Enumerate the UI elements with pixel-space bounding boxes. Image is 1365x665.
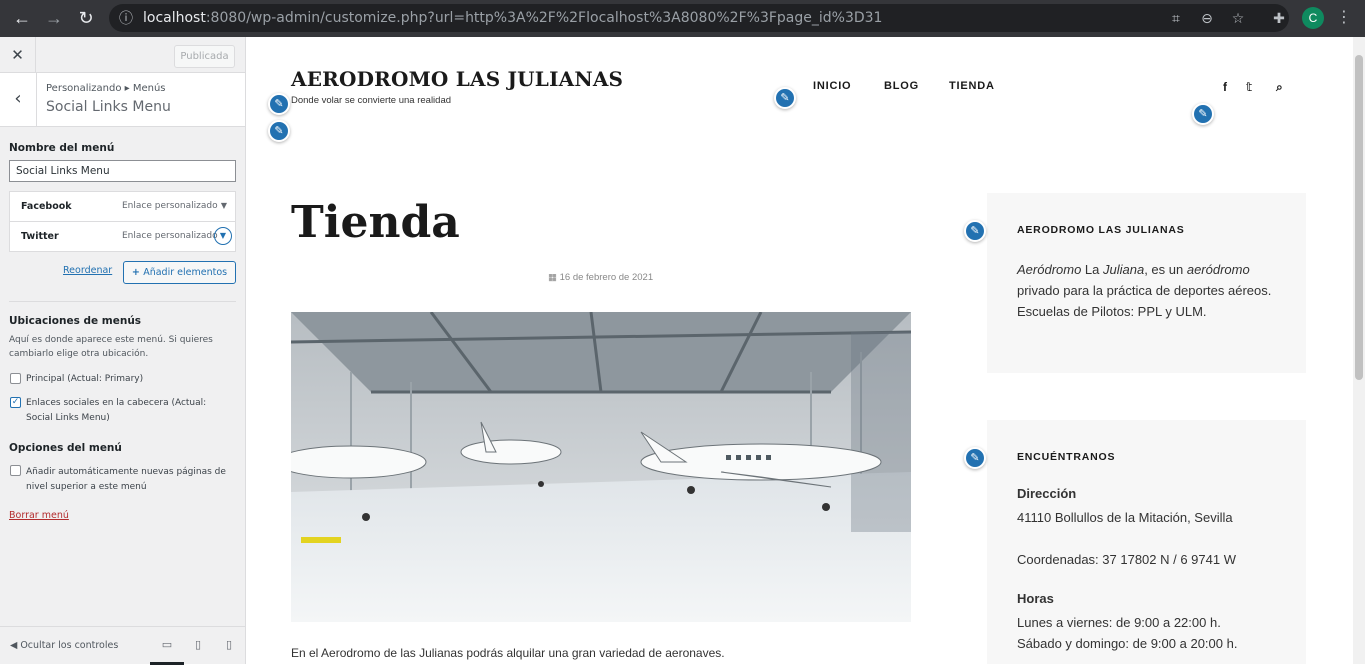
zoom-icon[interactable]: ⊖ [1198, 9, 1216, 27]
facebook-icon[interactable]: f [1223, 80, 1227, 94]
site-preview: AERODROMO LAS JULIANAS Donde volar se co… [246, 37, 1353, 664]
menu-name-input[interactable]: Social Links Menu [9, 160, 236, 182]
close-customizer-icon[interactable]: ✕ [0, 37, 36, 73]
desktop-preview-icon[interactable]: ▭ [160, 638, 174, 652]
back-arrow-icon[interactable]: ← [12, 8, 32, 28]
menu-item-type: Enlace personalizado [122, 231, 218, 241]
preview-scrollbar[interactable] [1353, 37, 1365, 664]
twitter-icon[interactable]: 𝕥 [1246, 80, 1252, 94]
url-host: localhost [143, 10, 206, 26]
nav-item-inicio[interactable]: INICIO [813, 80, 851, 92]
customizer-panel: ✕ Publicada ‹ Personalizando ▸ Menús Soc… [0, 37, 246, 665]
coordinates-text: Coordenadas: 37 17802 N / 6 9741 W [1017, 552, 1236, 567]
menu-options-title: Opciones del menú [9, 442, 122, 454]
post-date: ▦ 16 de febrero de 2021 [548, 272, 653, 283]
edit-tagline-pencil-icon[interactable]: ✎ [268, 120, 290, 142]
nav-item-blog[interactable]: BLOG [884, 80, 919, 92]
edit-social-menu-pencil-icon[interactable]: ✎ [1192, 103, 1214, 125]
site-title[interactable]: AERODROMO LAS JULIANAS [291, 67, 623, 91]
plus-icon: + [131, 267, 144, 278]
location-primary-label: Principal (Actual: Primary) [26, 374, 144, 384]
address-bar[interactable]: ⓘ localhost:8080/wp-admin/customize.php?… [109, 4, 1289, 32]
expand-arrow-icon[interactable]: ▼ [221, 201, 227, 210]
collapse-arrow-icon: ◀ [10, 640, 21, 651]
widget-find-us: ENCUÉNTRANOS Dirección 41110 Bollullos d… [987, 420, 1306, 664]
address-text: 41110 Bollullos de la Mitación, Sevilla [1017, 510, 1233, 525]
page-title: Tienda [291, 197, 460, 248]
mobile-preview-icon[interactable]: ▯ [222, 638, 236, 652]
menu-item-twitter[interactable]: Twitter Enlace personalizado ▼ [9, 221, 236, 252]
extensions-icon[interactable]: ✚ [1270, 9, 1288, 27]
translate-icon[interactable]: ⌗ [1167, 9, 1185, 27]
nav-item-tienda[interactable]: TIENDA [949, 80, 995, 92]
site-tagline: Donde volar se convierte una realidad [291, 95, 452, 106]
edit-title-pencil-icon[interactable]: ✎ [268, 93, 290, 115]
delete-menu-link[interactable]: Borrar menú [9, 510, 69, 521]
location-social-label: Enlaces sociales en la cabecera (Actual:… [26, 398, 207, 423]
auto-add-pages-label: Añadir automáticamente nuevas páginas de… [26, 467, 226, 492]
info-icon[interactable]: ⓘ [117, 9, 135, 27]
customizer-header: ✕ Publicada [0, 37, 245, 73]
text: privado para la práctica de deportes aér… [1017, 283, 1272, 319]
breadcrumb: Personalizando ▸ Menús [46, 83, 166, 94]
profile-avatar[interactable]: C [1302, 7, 1324, 29]
menu-name-label: Nombre del menú [9, 142, 115, 154]
address-heading: Dirección [1017, 486, 1077, 501]
widget-about: AERODROMO LAS JULIANAS Aeródromo La Juli… [987, 193, 1306, 373]
menu-locations-title: Ubicaciones de menús [9, 315, 142, 327]
menu-item-title: Twitter [21, 231, 59, 242]
reorder-link[interactable]: Reordenar [63, 265, 112, 276]
text-em: Juliana [1103, 262, 1145, 277]
tablet-preview-icon[interactable]: ▯ [191, 638, 205, 652]
search-icon[interactable]: ⌕ [1276, 80, 1283, 95]
section-header: ‹ Personalizando ▸ Menús Social Links Me… [0, 73, 245, 127]
hide-controls-label: Ocultar los controles [20, 640, 119, 651]
location-social-checkbox[interactable]: ✓ [10, 397, 21, 408]
add-items-button[interactable]: + Añadir elementos [123, 261, 236, 284]
expand-arrow-icon[interactable]: ▼ [214, 227, 232, 245]
auto-add-pages-checkbox[interactable] [10, 465, 21, 476]
forward-arrow-icon[interactable]: → [44, 8, 64, 28]
publish-button[interactable]: Publicada [174, 45, 235, 68]
calendar-icon: ▦ [548, 272, 560, 283]
menu-item-type: Enlace personalizado [122, 201, 218, 211]
section-title: Social Links Menu [46, 99, 171, 115]
widget-about-text: Aeródromo La Juliana, es un aeródromo pr… [1017, 259, 1287, 322]
customizer-footer: ◀ Ocultar los controles ▭ ▯ ▯ [0, 626, 245, 665]
text-em: Aeródromo [1017, 262, 1082, 277]
edit-menu-pencil-icon[interactable]: ✎ [774, 87, 796, 109]
edit-widget-pencil-icon[interactable]: ✎ [964, 447, 986, 469]
back-chevron-icon[interactable]: ‹ [0, 73, 37, 127]
menu-item-title: Facebook [21, 201, 72, 212]
menu-item-facebook[interactable]: Facebook Enlace personalizado ▼ [9, 191, 236, 222]
widget-about-title: AERODROMO LAS JULIANAS [1017, 224, 1185, 236]
bookmark-star-icon[interactable]: ☆ [1229, 9, 1247, 27]
browser-menu-icon[interactable]: ⋮ [1335, 9, 1353, 27]
featured-image-hangar [291, 312, 911, 622]
hide-controls-button[interactable]: ◀ Ocultar los controles [10, 640, 118, 651]
edit-widget-pencil-icon[interactable]: ✎ [964, 220, 986, 242]
menu-locations-description: Aquí es donde aparece este menú. Si quie… [9, 335, 213, 359]
hours-heading: Horas [1017, 591, 1054, 606]
divider [9, 301, 236, 302]
location-primary-checkbox[interactable] [10, 373, 21, 384]
hours-weekend: Sábado y domingo: de 9:00 a 20:00 h. [1017, 636, 1238, 651]
scrollbar-thumb[interactable] [1355, 55, 1363, 380]
add-items-label: Añadir elementos [143, 267, 228, 278]
post-excerpt: En el Aerodromo de las Julianas podrás a… [291, 646, 725, 660]
post-date-text: 16 de febrero de 2021 [559, 272, 654, 283]
browser-toolbar: ← → ↻ ⓘ localhost:8080/wp-admin/customiz… [0, 0, 1365, 37]
text: , es un [1144, 262, 1187, 277]
reload-icon[interactable]: ↻ [76, 8, 96, 28]
url-path: :8080/wp-admin/customize.php?url=http%3A… [205, 10, 883, 26]
text: La [1081, 262, 1103, 277]
widget-find-us-title: ENCUÉNTRANOS [1017, 451, 1116, 463]
text-em: aeródromo [1186, 262, 1250, 277]
hours-weekdays: Lunes a viernes: de 9:00 a 22:00 h. [1017, 615, 1221, 630]
